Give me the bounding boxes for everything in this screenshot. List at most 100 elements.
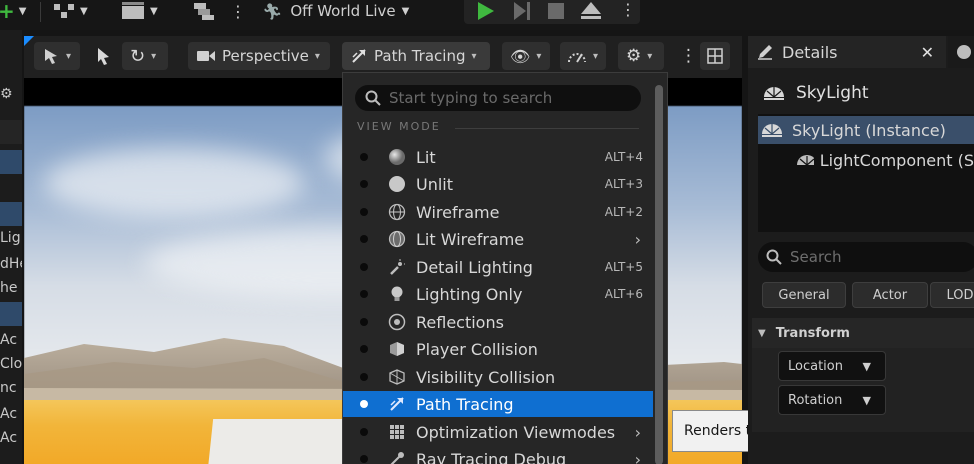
list-item[interactable]: nc <box>0 376 22 400</box>
list-item[interactable]: Ac <box>0 426 22 450</box>
step-icon[interactable] <box>512 2 532 20</box>
menu-item-label: Ray Tracing Debug <box>416 449 567 464</box>
search-icon <box>365 90 381 106</box>
menu-item-lighting-only[interactable]: Lighting Only ALT+6 <box>343 281 653 307</box>
menu-search-input[interactable] <box>389 89 629 107</box>
eject-icon[interactable] <box>578 0 604 20</box>
vertical-dots-icon[interactable]: ⋮ <box>620 0 636 19</box>
rotation-dropdown[interactable]: Rotation ▼ <box>778 385 886 415</box>
list-item[interactable]: Lig <box>0 226 22 250</box>
list-item[interactable] <box>0 302 22 326</box>
chevron-down-icon: ▼ <box>18 5 27 17</box>
menu-item-label: Path Tracing <box>416 394 514 414</box>
add-button[interactable]: + ▼ <box>0 0 27 23</box>
lit-wireframe-icon <box>387 229 407 249</box>
level-content-button[interactable] <box>190 0 218 22</box>
menu-item-reflections[interactable]: Reflections <box>343 309 653 335</box>
transform-category[interactable]: ▼ Transform <box>752 318 974 348</box>
radio-dot <box>360 455 368 463</box>
menu-item-lit-wireframe[interactable]: Lit Wireframe › <box>343 226 653 252</box>
settings-icon[interactable]: ⚙ <box>0 82 22 106</box>
list-item[interactable] <box>0 150 22 174</box>
radio-dot <box>360 180 368 188</box>
perspective-label: Perspective <box>222 47 309 65</box>
blueprint-button[interactable]: ▼ <box>52 0 88 22</box>
menu-item-lit[interactable]: Lit ALT+4 <box>343 144 653 170</box>
radio-dot <box>360 400 368 408</box>
menu-item-label: Unlit <box>416 174 454 194</box>
property-label: Rotation <box>788 392 843 408</box>
performance-button[interactable]: ▾ <box>560 42 606 70</box>
section-title: VIEW MODE <box>357 120 441 133</box>
select-mode-button[interactable] <box>88 42 116 70</box>
more-options-button[interactable]: ⋮ <box>230 0 246 22</box>
details-search-input[interactable] <box>790 248 970 266</box>
close-icon[interactable]: ✕ <box>921 43 934 62</box>
settings-button[interactable]: ⚙ ▾ <box>618 42 664 70</box>
layout-button[interactable] <box>700 42 730 70</box>
blueprint-icon <box>54 4 74 18</box>
list-item[interactable]: dHe <box>0 252 22 276</box>
menu-item-wireframe[interactable]: Wireframe ALT+2 <box>343 199 653 225</box>
plus-icon: + <box>0 0 15 23</box>
filter-actor[interactable]: Actor <box>852 282 928 308</box>
menu-item-path-tracing[interactable]: Path Tracing <box>343 391 653 417</box>
running-figure-icon: 🏃︎ <box>262 1 283 21</box>
list-item[interactable]: Clo <box>0 352 22 376</box>
level-stack-icon <box>194 3 214 20</box>
world-settings-tab[interactable] <box>948 36 974 68</box>
menu-item-ray-tracing-debug[interactable]: Ray Tracing Debug › <box>343 446 653 464</box>
shortcut: ALT+6 <box>604 287 643 301</box>
menu-item-detail-lighting[interactable]: Detail Lighting ALT+5 <box>343 254 653 280</box>
radio-dot <box>360 208 368 216</box>
chevron-down-icon: ▾ <box>471 50 477 62</box>
level-selector[interactable]: 🏃︎ Off World Live ▼ <box>262 0 409 22</box>
details-tab[interactable]: Details ✕ <box>748 36 946 68</box>
shortcut: ALT+5 <box>604 260 643 274</box>
path-tracing-icon <box>352 49 366 63</box>
shortcut: ALT+3 <box>604 177 643 191</box>
select-arrow-icon <box>45 49 57 64</box>
tree-item-label: LightComponent (S <box>819 150 974 170</box>
list-item[interactable] <box>0 120 22 144</box>
filter-lod[interactable]: LOD <box>930 282 974 308</box>
location-dropdown[interactable]: Location ▼ <box>778 351 886 381</box>
play-icon[interactable] <box>476 2 496 20</box>
list-item[interactable] <box>0 202 22 226</box>
chevron-down-icon: ▼ <box>862 393 871 407</box>
details-tab-label: Details <box>782 42 838 62</box>
stop-icon[interactable] <box>546 2 566 20</box>
play-controls: ⋮ <box>464 0 640 24</box>
gear-icon: ⚙ <box>626 46 642 66</box>
show-flags-button[interactable]: 👁︎ ▾ <box>502 42 550 70</box>
perspective-dropdown[interactable]: Perspective ▾ <box>188 42 330 70</box>
category-label: Transform <box>775 325 850 341</box>
outliner-panel: ⚙ Lig dHe he Ac Clo nc Ac Ac <box>0 30 22 464</box>
ray-tracing-debug-icon <box>387 449 407 464</box>
menu-item-label: Player Collision <box>416 339 538 359</box>
rotate-icon: ↻ <box>130 45 146 67</box>
menu-item-player-collision[interactable]: Player Collision <box>343 336 653 362</box>
transform-mode-button[interactable]: ▾ <box>34 42 80 70</box>
wireframe-globe-icon <box>387 202 407 222</box>
radio-dot <box>360 263 368 271</box>
list-item[interactable]: Ac <box>0 402 22 426</box>
chevron-right-icon: › <box>634 449 641 464</box>
list-item[interactable]: Ac <box>0 328 22 352</box>
menu-item-optimization-viewmodes[interactable]: Optimization Viewmodes › <box>343 419 653 445</box>
menu-item-unlit[interactable]: Unlit ALT+3 <box>343 171 653 197</box>
view-mode-dropdown[interactable]: Path Tracing ▾ <box>342 42 490 70</box>
active-viewport-indicator <box>24 36 34 46</box>
menu-item-visibility-collision[interactable]: Visibility Collision <box>343 364 653 390</box>
rotate-snap-button[interactable]: ↻ ▾ <box>122 42 168 70</box>
menu-item-label: Lit <box>416 147 436 167</box>
list-item[interactable]: he <box>0 276 22 300</box>
filter-general[interactable]: General <box>762 282 846 308</box>
chevron-down-icon: ▼ <box>150 5 158 17</box>
cinematics-button[interactable]: ▼ <box>120 0 158 22</box>
viewport-options-button[interactable]: ⋮ <box>674 42 697 70</box>
tree-item[interactable]: SkyLight (Instance) <box>758 116 974 144</box>
menu-scrollbar[interactable] <box>655 85 663 464</box>
radio-dot <box>360 345 368 353</box>
tree-item[interactable]: LightComponent (S <box>758 146 974 174</box>
